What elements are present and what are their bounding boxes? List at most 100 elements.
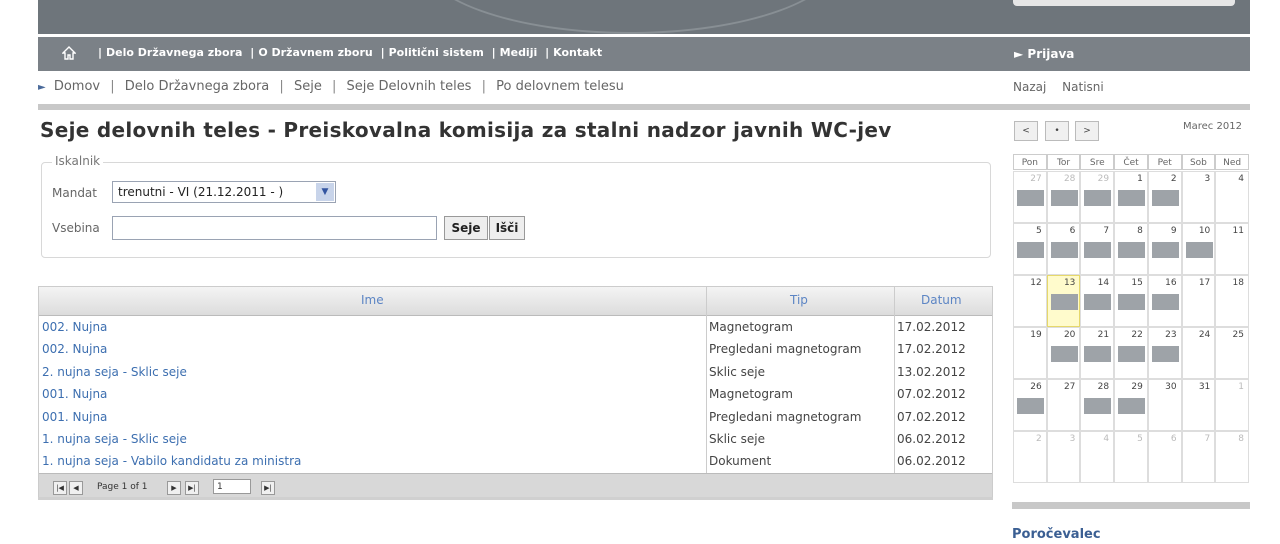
login-link[interactable]: ► Prijava <box>1014 47 1074 61</box>
nav-link-politicni-sistem[interactable]: Politični sistem <box>389 46 484 59</box>
calendar-day[interactable]: 12 <box>1013 275 1047 327</box>
calendar-day[interactable]: 11 <box>1215 223 1249 275</box>
calendar-event[interactable] <box>1151 242 1179 258</box>
calendar-event[interactable] <box>1084 242 1112 258</box>
header-ime[interactable]: Ime <box>361 293 384 307</box>
calendar-day[interactable]: 27 <box>1013 171 1047 223</box>
calendar-day[interactable]: 29 <box>1080 171 1115 223</box>
breadcrumb-seje-delovnih-teles[interactable]: Seje Delovnih teles <box>347 79 472 94</box>
nav-link-mediji[interactable]: Mediji <box>500 46 538 59</box>
calendar-day[interactable]: 25 <box>1215 327 1249 379</box>
seje-button[interactable]: Seje <box>444 216 488 240</box>
table-row[interactable]: 002. Nujna Pregledani magnetogram 17.02.20… <box>39 338 992 360</box>
calendar-day[interactable]: 4 <box>1080 431 1115 483</box>
calendar-day[interactable]: 17 <box>1181 275 1216 327</box>
row-name-link[interactable]: 1. nujna seja - Sklic seje <box>42 432 187 446</box>
go-page-icon[interactable]: ▶| <box>261 481 275 495</box>
search-button[interactable]: Išči <box>489 216 525 240</box>
row-name-link[interactable]: 2. nujna seja - Sklic seje <box>42 365 187 379</box>
home-icon[interactable] <box>62 46 76 60</box>
calendar-event[interactable] <box>1084 190 1112 206</box>
calendar-event[interactable] <box>1118 294 1146 310</box>
calendar-day[interactable]: 8 <box>1114 223 1148 275</box>
table-row[interactable]: 001. Nujna Pregledani magnetogram 07.02.20… <box>39 406 992 428</box>
table-row[interactable]: 1. nujna seja - Vabilo kandidatu za mini… <box>39 450 992 472</box>
header-datum[interactable]: Datum <box>921 293 962 307</box>
calendar-day[interactable]: 2 <box>1013 431 1047 483</box>
calendar-day[interactable]: 3 <box>1046 431 1081 483</box>
calendar-event[interactable] <box>1151 190 1179 206</box>
calendar-day[interactable]: 31 <box>1181 379 1216 431</box>
calendar-day[interactable]: 20 <box>1046 327 1081 379</box>
calendar-day[interactable]: 28 <box>1080 379 1115 431</box>
first-page-icon[interactable]: |◀ <box>53 481 67 495</box>
content-input[interactable] <box>112 216 437 240</box>
calendar-event[interactable] <box>1118 346 1146 362</box>
breadcrumb-home[interactable]: Domov <box>54 79 100 94</box>
calendar-day[interactable]: 18 <box>1215 275 1249 327</box>
calendar-day[interactable]: 16 <box>1147 275 1182 327</box>
calendar-event[interactable] <box>1017 398 1044 414</box>
calendar-event[interactable] <box>1151 294 1179 310</box>
calendar-event[interactable] <box>1050 346 1078 362</box>
table-row[interactable]: 002. Nujna Magnetogram 17.02.2012 <box>39 316 992 338</box>
breadcrumb-delo[interactable]: Delo Državnega zbora <box>125 79 269 94</box>
calendar-day[interactable]: 9 <box>1147 223 1182 275</box>
calendar-day[interactable]: 7 <box>1080 223 1115 275</box>
table-row[interactable]: 2. nujna seja - Sklic seje Sklic seje 13.0… <box>39 361 992 383</box>
calendar-day[interactable]: 3 <box>1181 171 1216 223</box>
calendar-day[interactable]: 22 <box>1114 327 1148 379</box>
row-name-link[interactable]: 1. nujna seja - Vabilo kandidatu za mini… <box>42 454 301 468</box>
calendar-day[interactable]: 2 <box>1147 171 1182 223</box>
calendar-event[interactable] <box>1050 242 1078 258</box>
nav-link-o-dz[interactable]: O Državnem zboru <box>258 46 372 59</box>
table-row[interactable]: 001. Nujna Magnetogram 07.02.2012 <box>39 383 992 405</box>
calendar-day[interactable]: 6 <box>1147 431 1182 483</box>
calendar-day[interactable]: 30 <box>1147 379 1182 431</box>
calendar-event[interactable] <box>1084 398 1112 414</box>
row-name-link[interactable]: 002. Nujna <box>42 320 107 334</box>
header-search-box[interactable] <box>1013 0 1235 6</box>
table-row[interactable]: 1. nujna seja - Sklic seje Sklic seje 06.0… <box>39 428 992 450</box>
calendar-day[interactable]: 7 <box>1181 431 1216 483</box>
calendar-event[interactable] <box>1151 346 1179 362</box>
calendar-day[interactable]: 29 <box>1114 379 1148 431</box>
calendar-day[interactable]: 23 <box>1147 327 1182 379</box>
calendar-day[interactable]: 13 <box>1046 275 1081 327</box>
calendar-event[interactable] <box>1017 242 1044 258</box>
calendar-day[interactable]: 14 <box>1080 275 1115 327</box>
calendar-day[interactable]: 10 <box>1181 223 1216 275</box>
calendar-next-button[interactable]: > <box>1075 121 1099 141</box>
page-number-input[interactable]: 1 <box>213 479 251 494</box>
porocevalec-link[interactable]: Poročevalec <box>1012 527 1101 542</box>
calendar-event[interactable] <box>1050 294 1078 310</box>
row-name-link[interactable]: 001. Nujna <box>42 410 107 424</box>
calendar-day[interactable]: 6 <box>1046 223 1081 275</box>
calendar-day[interactable]: 4 <box>1215 171 1249 223</box>
calendar-day[interactable]: 28 <box>1046 171 1081 223</box>
calendar-event[interactable] <box>1185 242 1213 258</box>
calendar-day[interactable]: 5 <box>1013 223 1047 275</box>
calendar-event[interactable] <box>1050 190 1078 206</box>
row-name-link[interactable]: 002. Nujna <box>42 342 107 356</box>
calendar-event[interactable] <box>1118 398 1146 414</box>
calendar-event[interactable] <box>1084 294 1112 310</box>
calendar-event[interactable] <box>1017 190 1044 206</box>
calendar-event[interactable] <box>1084 346 1112 362</box>
calendar-day[interactable]: 1 <box>1114 171 1148 223</box>
last-page-icon[interactable]: ▶| <box>185 481 199 495</box>
calendar-day[interactable]: 19 <box>1013 327 1047 379</box>
calendar-day[interactable]: 24 <box>1181 327 1216 379</box>
mandate-select[interactable]: trenutni - VI (21.12.2011 - ) ▼ <box>112 181 336 203</box>
prev-page-icon[interactable]: ◀ <box>69 481 83 495</box>
calendar-day[interactable]: 8 <box>1215 431 1249 483</box>
calendar-event[interactable] <box>1118 242 1146 258</box>
print-link[interactable]: Natisni <box>1062 80 1104 94</box>
chevron-down-icon[interactable]: ▼ <box>316 183 334 201</box>
calendar-day[interactable]: 21 <box>1080 327 1115 379</box>
breadcrumb-po-delovnem-telesu[interactable]: Po delovnem telesu <box>496 79 624 94</box>
nav-link-delo[interactable]: Delo Državnega zbora <box>106 46 242 59</box>
calendar-day[interactable]: 27 <box>1046 379 1081 431</box>
calendar-day[interactable]: 1 <box>1215 379 1249 431</box>
header-tip[interactable]: Tip <box>790 293 808 307</box>
